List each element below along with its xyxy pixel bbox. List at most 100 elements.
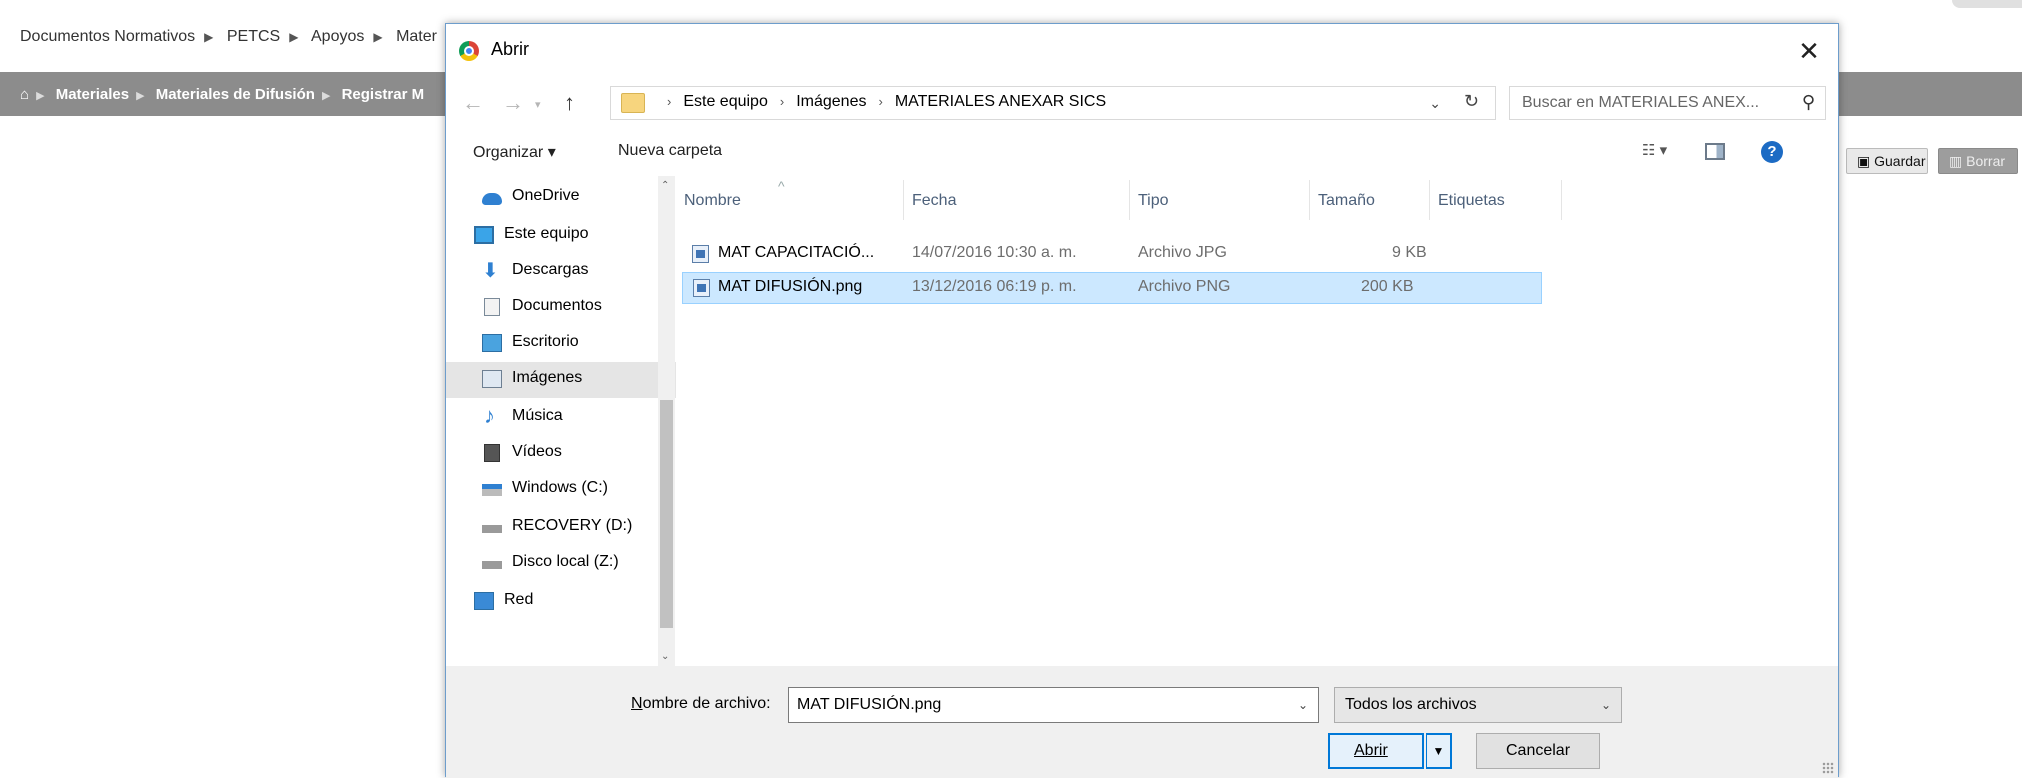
- topnav-item-documentos[interactable]: Documentos Normativos: [20, 28, 195, 45]
- address-row: ← → ▾ ↑ › Este equipo › Imágenes › MATERIALES…: [446, 78, 1838, 128]
- home-icon[interactable]: ⌂: [20, 86, 29, 103]
- address-segment-equipo[interactable]: Este equipo: [683, 93, 768, 110]
- topnav-item-petcs[interactable]: PETCS: [227, 28, 280, 45]
- top-nav-items: Documentos Normativos ▶ PETCS ▶ Apoyos ▶ Ma…: [20, 28, 437, 46]
- recent-locations-chevron-icon[interactable]: ▾: [535, 98, 541, 111]
- search-input[interactable]: Buscar en MATERIALES ANEX... ⚲: [1509, 86, 1826, 120]
- document-icon: [484, 298, 500, 316]
- column-header-tags[interactable]: Etiquetas: [1430, 180, 1562, 220]
- file-type-value: Todos los archivos: [1345, 696, 1477, 713]
- help-icon[interactable]: ?: [1761, 141, 1783, 163]
- search-icon[interactable]: ⚲: [1802, 92, 1815, 113]
- save-icon: ▣: [1857, 153, 1875, 169]
- music-icon: ♪: [484, 403, 495, 428]
- file-size: 200 KB: [1361, 278, 1414, 295]
- open-options-dropdown[interactable]: ▼: [1426, 733, 1452, 769]
- file-name: MAT DIFUSIÓN.png: [718, 278, 863, 295]
- back-arrow-icon[interactable]: ←: [462, 90, 484, 116]
- nav-item-este-equipo[interactable]: Este equipo: [446, 218, 676, 252]
- chevron-down-icon[interactable]: ⌄: [1298, 698, 1308, 712]
- image-file-icon: [693, 279, 710, 297]
- nav-item-disco-local-z[interactable]: Disco local (Z:): [446, 546, 676, 580]
- cloud-icon: [482, 193, 502, 205]
- filename-input[interactable]: MAT DIFUSIÓN.png ⌄: [788, 687, 1319, 723]
- chevron-right-icon: ▶: [289, 30, 299, 44]
- nav-item-musica[interactable]: ♪ Música: [446, 400, 676, 434]
- download-icon: ⬇: [482, 260, 499, 282]
- breadcrumb-item-materiales[interactable]: Materiales: [56, 86, 129, 103]
- chevron-right-icon: ▶: [36, 90, 45, 102]
- computer-icon: [474, 226, 494, 244]
- file-row[interactable]: MAT CAPACITACIÓ... 14/07/2016 10:30 a. m…: [682, 238, 1542, 270]
- scroll-down-chevron-icon[interactable]: ⌄: [661, 651, 669, 662]
- chevron-down-icon[interactable]: ⌄: [1429, 95, 1441, 112]
- search-placeholder: Buscar en MATERIALES ANEX...: [1522, 94, 1760, 111]
- drive-icon: [482, 525, 502, 533]
- address-segment-materiales[interactable]: MATERIALES ANEXAR SICS: [895, 93, 1106, 110]
- file-row-selected[interactable]: MAT DIFUSIÓN.png 13/12/2016 06:19 p. m. …: [682, 272, 1542, 304]
- forward-arrow-icon[interactable]: →: [502, 90, 524, 116]
- nav-item-descargas[interactable]: ⬇ Descargas: [446, 254, 676, 288]
- caret-down-icon: ▼: [1432, 744, 1445, 758]
- delete-button[interactable]: ▥ Borrar: [1938, 148, 2018, 174]
- pictures-icon: [482, 370, 502, 388]
- new-folder-button[interactable]: Nueva carpeta: [618, 142, 722, 160]
- nav-item-onedrive[interactable]: OneDrive: [446, 180, 676, 214]
- image-file-icon: [692, 245, 709, 263]
- open-file-dialog: Abrir ✕ ← → ▾ ↑ › Este equipo › Imágenes › MA…: [445, 23, 1839, 778]
- dialog-title: Abrir: [491, 39, 530, 59]
- column-header-size[interactable]: Tamaño: [1310, 180, 1430, 220]
- refresh-icon[interactable]: ↻: [1464, 91, 1479, 112]
- resize-grip-icon[interactable]: [1822, 762, 1834, 774]
- up-arrow-icon[interactable]: ↑: [564, 90, 575, 116]
- dialog-titlebar[interactable]: Abrir ✕: [446, 24, 1838, 78]
- view-options-icon[interactable]: ☷ ▾: [1642, 141, 1667, 159]
- scroll-up-chevron-icon[interactable]: ⌃: [661, 180, 669, 191]
- file-list: ^ Nombre Fecha Tipo Tamaño Etiquetas MAT…: [676, 176, 1838, 666]
- dialog-bottom-area: Nombre de archivo: MAT DIFUSIÓN.png ⌄ To…: [446, 666, 1838, 778]
- navigation-pane: OneDrive Este equipo ⬇ Descargas Documen…: [446, 176, 676, 666]
- address-segment-imagenes[interactable]: Imágenes: [796, 93, 866, 110]
- file-size: 9 KB: [1392, 244, 1427, 261]
- column-header-date[interactable]: Fecha: [904, 180, 1130, 220]
- address-path: › Este equipo › Imágenes › MATERIALES ANEXAR …: [655, 93, 1106, 111]
- dialog-toolbar: Organizar ▾ Nueva carpeta ☷ ▾ ?: [446, 128, 1838, 176]
- address-bar[interactable]: › Este equipo › Imágenes › MATERIALES ANEXAR …: [610, 86, 1496, 120]
- filename-value: MAT DIFUSIÓN.png: [797, 696, 942, 713]
- column-header-name[interactable]: ^ Nombre: [676, 178, 904, 220]
- chevron-right-icon: ▶: [204, 30, 214, 44]
- topnav-item-apoyos[interactable]: Apoyos: [311, 28, 364, 45]
- filename-label: Nombre de archivo:: [631, 695, 771, 712]
- scrollbar-thumb[interactable]: [660, 400, 673, 628]
- nav-item-recovery-d[interactable]: RECOVERY (D:): [446, 510, 676, 544]
- chrome-icon: [459, 41, 479, 61]
- video-icon: [484, 444, 500, 462]
- nav-item-imagenes[interactable]: Imágenes: [446, 362, 676, 398]
- nav-item-red[interactable]: Red: [446, 584, 676, 618]
- close-button[interactable]: ✕: [1792, 34, 1826, 68]
- preview-pane-icon[interactable]: [1705, 143, 1725, 160]
- network-icon: [474, 592, 494, 610]
- corner-decoration: [1952, 0, 2022, 8]
- chevron-right-icon: ›: [779, 94, 785, 109]
- organize-menu[interactable]: Organizar ▾: [473, 142, 556, 162]
- chevron-right-icon: ›: [878, 94, 883, 109]
- navigation-pane-scrollbar[interactable]: ⌃ ⌄: [658, 176, 675, 666]
- chevron-right-icon: ▶: [136, 90, 145, 102]
- sort-ascending-icon: ^: [778, 178, 785, 194]
- topnav-item-materiales[interactable]: Mater: [396, 28, 437, 45]
- open-button[interactable]: Abrir: [1328, 733, 1424, 769]
- breadcrumb-item-difusion[interactable]: Materiales de Difusión: [156, 86, 315, 103]
- drive-icon: [482, 484, 502, 496]
- file-type-select[interactable]: Todos los archivos ⌄: [1334, 687, 1622, 723]
- nav-item-windows-c[interactable]: Windows (C:): [446, 472, 676, 506]
- desktop-icon: [482, 334, 502, 352]
- save-button[interactable]: ▣ Guardar: [1846, 148, 1928, 174]
- nav-item-documentos[interactable]: Documentos: [446, 290, 676, 324]
- nav-item-escritorio[interactable]: Escritorio: [446, 326, 676, 360]
- column-header-type[interactable]: Tipo: [1130, 180, 1310, 220]
- chevron-right-icon: ▶: [373, 30, 383, 44]
- nav-item-videos[interactable]: Vídeos: [446, 436, 676, 470]
- cancel-button[interactable]: Cancelar: [1476, 733, 1600, 769]
- breadcrumb-item-registrar[interactable]: Registrar M: [342, 86, 425, 103]
